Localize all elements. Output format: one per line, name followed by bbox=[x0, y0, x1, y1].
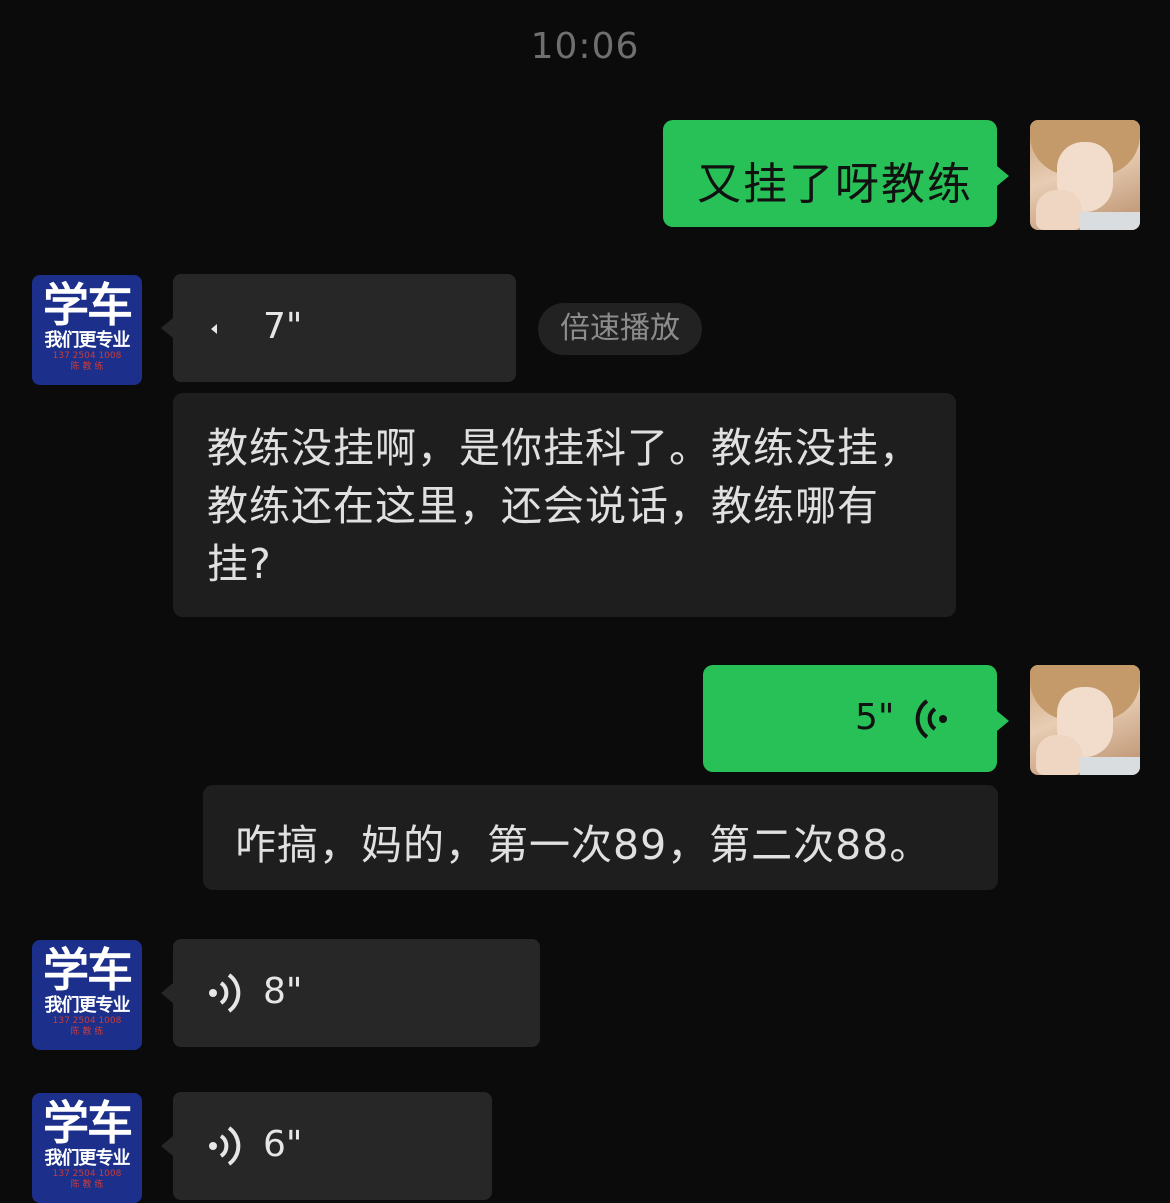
avatar-phone: 137 2504 1008 bbox=[52, 351, 122, 361]
avatar-slogan: 我们更专业 bbox=[44, 995, 131, 1016]
avatar-slogan: 我们更专业 bbox=[44, 330, 131, 351]
voice-duration: 8" bbox=[263, 971, 303, 1012]
voice-duration: 7" bbox=[263, 306, 303, 347]
voice-transcript: 咋搞，妈的，第一次89，第二次88。 bbox=[203, 785, 998, 890]
voice-wave-icon bbox=[209, 973, 241, 1013]
coach-avatar[interactable]: 学车 我们更专业 137 2504 1008 陈 教 练 bbox=[32, 940, 142, 1050]
received-voice-bubble[interactable]: 6" bbox=[161, 1092, 492, 1200]
transcript-text: 咋搞，妈的，第一次89，第二次88。 bbox=[235, 821, 932, 869]
message-text: 又挂了呀教练 bbox=[697, 159, 973, 210]
avatar-logo-text: 学车 bbox=[43, 943, 133, 997]
coach-avatar[interactable]: 学车 我们更专业 137 2504 1008 陈 教 练 bbox=[32, 1093, 142, 1203]
avatar-logo-text: 学车 bbox=[43, 278, 133, 332]
avatar-phone: 137 2504 1008 bbox=[52, 1169, 122, 1179]
avatar-name: 陈 教 练 bbox=[70, 362, 104, 372]
avatar-logo-text: 学车 bbox=[43, 1096, 133, 1150]
coach-avatar[interactable]: 学车 我们更专业 137 2504 1008 陈 教 练 bbox=[32, 275, 142, 385]
voice-duration: 5" bbox=[855, 697, 895, 738]
user-avatar[interactable] bbox=[1030, 665, 1140, 775]
sent-message-bubble[interactable]: 又挂了呀教练 bbox=[663, 120, 1009, 227]
voice-duration: 6" bbox=[263, 1124, 303, 1165]
user-avatar[interactable] bbox=[1030, 120, 1140, 230]
received-voice-bubble[interactable]: 7" bbox=[161, 274, 516, 382]
timestamp: 10:06 bbox=[530, 26, 640, 67]
sent-voice-bubble[interactable]: 5" bbox=[703, 665, 1009, 772]
voice-playing-icon bbox=[211, 324, 217, 334]
transcript-text: 教练没挂啊，是你挂科了。教练没挂，教练还在这里，还会说话，教练哪有挂? bbox=[207, 424, 921, 588]
playback-speed-button[interactable]: 倍速播放 bbox=[538, 303, 702, 355]
avatar-phone: 137 2504 1008 bbox=[52, 1016, 122, 1026]
voice-wave-icon bbox=[209, 1126, 241, 1166]
received-voice-bubble[interactable]: 8" bbox=[161, 939, 540, 1047]
voice-wave-icon bbox=[915, 699, 947, 739]
voice-transcript: 教练没挂啊，是你挂科了。教练没挂，教练还在这里，还会说话，教练哪有挂? bbox=[173, 393, 956, 617]
avatar-slogan: 我们更专业 bbox=[44, 1148, 131, 1169]
avatar-name: 陈 教 练 bbox=[70, 1027, 104, 1037]
avatar-name: 陈 教 练 bbox=[70, 1180, 104, 1190]
